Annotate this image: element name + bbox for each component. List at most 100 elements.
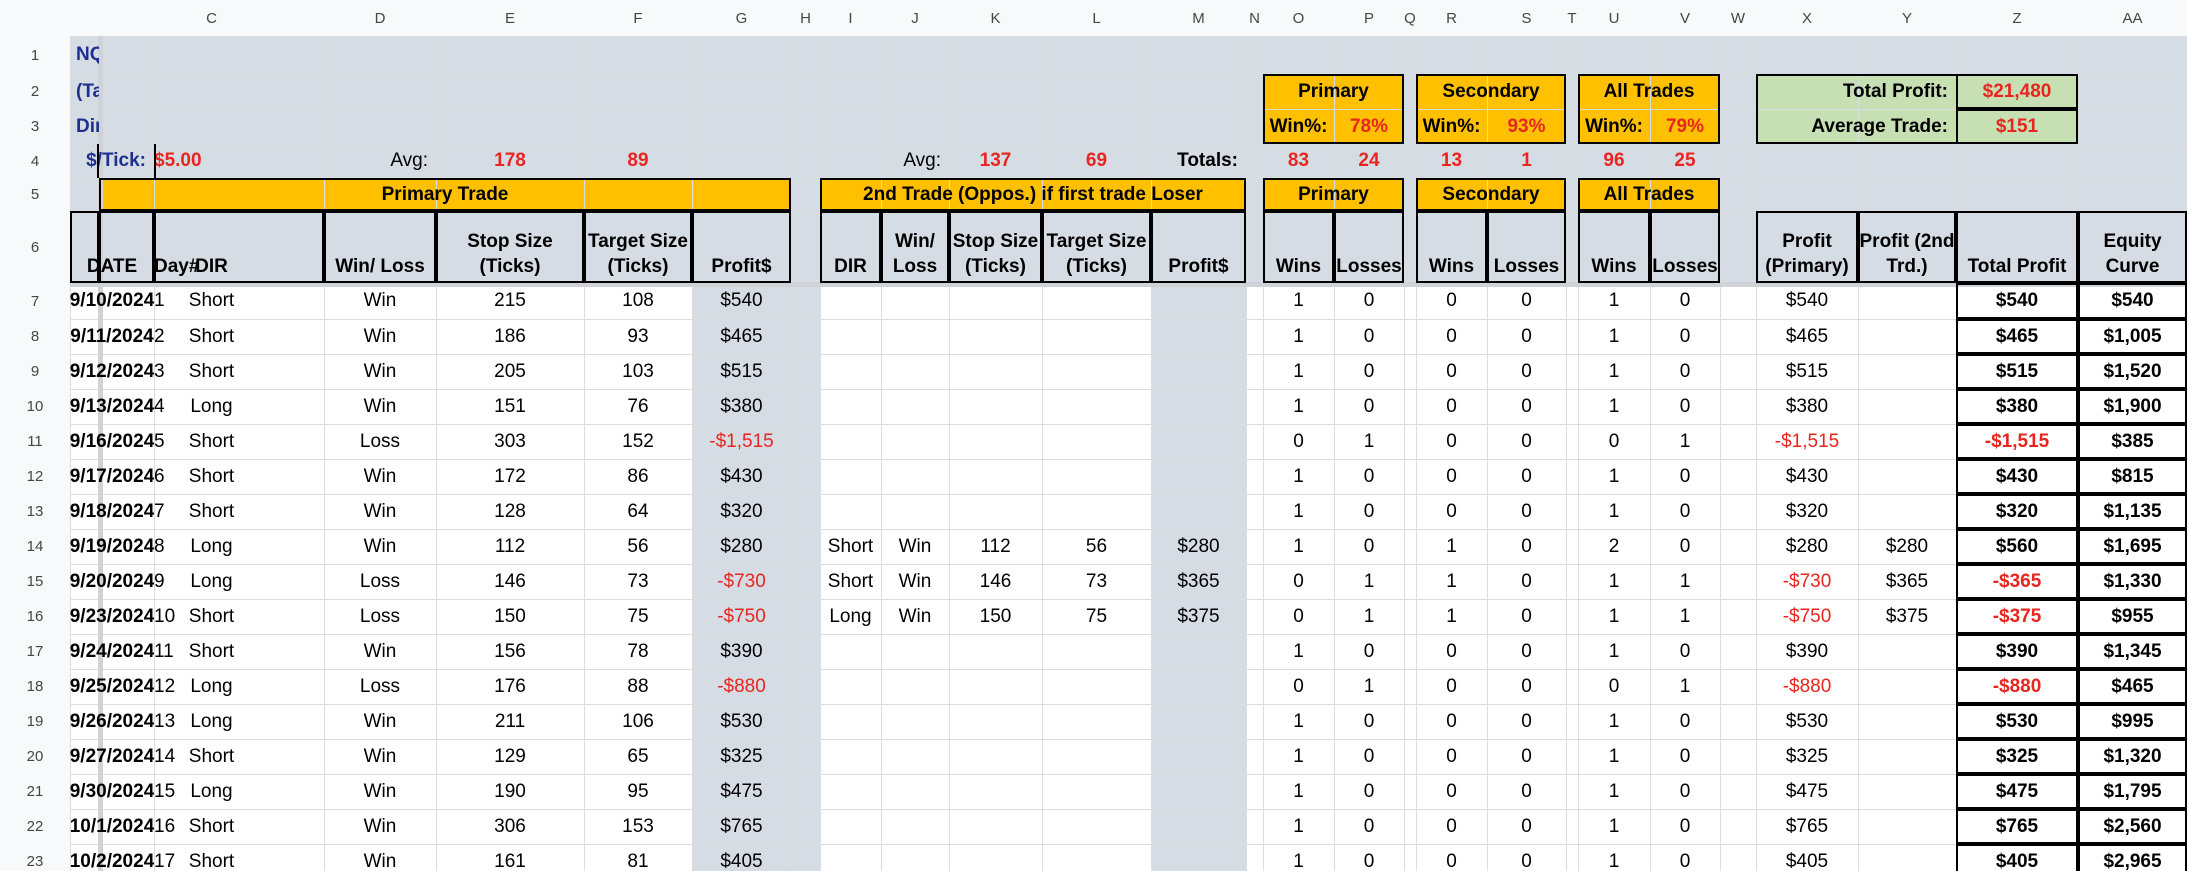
cell-pp[interactable]: $405 — [1756, 844, 1858, 871]
totals-all-wins[interactable]: 96 — [1578, 144, 1650, 178]
column-header-H[interactable]: H — [791, 0, 820, 36]
cell-wl[interactable]: Win — [324, 634, 436, 669]
cell-stop[interactable]: 186 — [436, 319, 584, 354]
row-header-3[interactable]: 3 — [0, 109, 70, 144]
header-winloss[interactable]: Win/ Loss — [324, 211, 436, 283]
column-header-Y[interactable]: Y — [1858, 0, 1956, 36]
cell-dir2[interactable] — [820, 634, 881, 669]
cell-stop[interactable]: 146 — [436, 564, 584, 599]
row-header-19[interactable]: 19 — [0, 704, 70, 739]
row-header-20[interactable]: 20 — [0, 739, 70, 774]
cell-dir[interactable]: Long — [99, 529, 324, 564]
average-trade-value[interactable]: $151 — [1956, 109, 2078, 144]
cell-tp[interactable]: $390 — [1956, 634, 2078, 669]
cell-sw[interactable]: 0 — [1416, 354, 1487, 389]
section-secondary[interactable]: Secondary — [1416, 178, 1566, 211]
column-header-X[interactable]: X — [1756, 0, 1858, 36]
column-header-W[interactable]: W — [1720, 0, 1756, 36]
cell-wl[interactable]: Loss — [324, 669, 436, 704]
cell-aw[interactable]: 1 — [1578, 599, 1650, 634]
column-header-L[interactable]: L — [1042, 0, 1151, 36]
column-header-R[interactable]: R — [1416, 0, 1487, 36]
column-header-O[interactable]: O — [1263, 0, 1334, 36]
cell-stop2[interactable] — [949, 424, 1042, 459]
cell-p2[interactable] — [1858, 283, 1956, 319]
cell-al[interactable]: 1 — [1650, 424, 1720, 459]
cell-dir2[interactable] — [820, 283, 881, 319]
cell-target2[interactable] — [1042, 669, 1151, 704]
row-header-17[interactable]: 17 — [0, 634, 70, 669]
cell-stop2[interactable] — [949, 774, 1042, 809]
cell-pw[interactable]: 1 — [1263, 529, 1334, 564]
cell-sw[interactable]: 0 — [1416, 739, 1487, 774]
cell-stop[interactable]: 161 — [436, 844, 584, 871]
cell-wl2[interactable] — [881, 809, 949, 844]
column-header-Q[interactable]: Q — [1404, 0, 1416, 36]
cell-aw[interactable]: 1 — [1578, 319, 1650, 354]
cell-target2[interactable] — [1042, 809, 1151, 844]
cell-pp[interactable]: -$880 — [1756, 669, 1858, 704]
cell-profit[interactable]: $765 — [692, 809, 791, 844]
cell-wl[interactable]: Win — [324, 844, 436, 871]
cell-dir2[interactable] — [820, 459, 881, 494]
cell-target[interactable]: 86 — [584, 459, 692, 494]
cell-dir2[interactable]: Short — [820, 529, 881, 564]
cell-target2[interactable]: 73 — [1042, 564, 1151, 599]
cell-stop[interactable]: 112 — [436, 529, 584, 564]
cell-profit2[interactable] — [1151, 809, 1246, 844]
cell-pw[interactable]: 1 — [1263, 319, 1334, 354]
cell-al[interactable]: 0 — [1650, 704, 1720, 739]
cell-eq[interactable]: $1,520 — [2078, 354, 2187, 389]
cell-tp[interactable]: $765 — [1956, 809, 2078, 844]
cell-profit[interactable]: $515 — [692, 354, 791, 389]
cell-wl[interactable]: Loss — [324, 424, 436, 459]
header-profit[interactable]: Profit$ — [692, 211, 791, 283]
header-losses-primary[interactable]: Losses — [1334, 211, 1404, 283]
column-header-P[interactable]: P — [1334, 0, 1404, 36]
header-dir[interactable]: DIR — [99, 211, 324, 283]
cell-al[interactable]: 0 — [1650, 634, 1720, 669]
cell-pl[interactable]: 0 — [1334, 704, 1404, 739]
cell-target[interactable]: 103 — [584, 354, 692, 389]
cell-sw[interactable]: 0 — [1416, 774, 1487, 809]
cell-profit[interactable]: $380 — [692, 389, 791, 424]
cell-dir2[interactable] — [820, 704, 881, 739]
cell-pl[interactable]: 0 — [1334, 354, 1404, 389]
cell-dir[interactable]: Long — [99, 774, 324, 809]
cell-dir2[interactable] — [820, 319, 881, 354]
column-header-K[interactable]: K — [949, 0, 1042, 36]
cell-pl[interactable]: 1 — [1334, 564, 1404, 599]
cell-dir2[interactable] — [820, 354, 881, 389]
cell-wl2[interactable] — [881, 459, 949, 494]
cell-wl[interactable]: Loss — [324, 599, 436, 634]
cell-pp[interactable]: $320 — [1756, 494, 1858, 529]
cell-dir[interactable]: Short — [99, 599, 324, 634]
cell-target2[interactable] — [1042, 634, 1151, 669]
cell-sw[interactable]: 0 — [1416, 283, 1487, 319]
row-header-1[interactable]: 1 — [0, 36, 70, 74]
cell-stop[interactable]: 151 — [436, 389, 584, 424]
cell-pl[interactable]: 0 — [1334, 319, 1404, 354]
cell-pl[interactable]: 1 — [1334, 599, 1404, 634]
cell-sw[interactable]: 0 — [1416, 669, 1487, 704]
cell-target[interactable]: 88 — [584, 669, 692, 704]
cell-dir2[interactable] — [820, 389, 881, 424]
cell-dir[interactable]: Long — [99, 704, 324, 739]
cell-sw[interactable]: 0 — [1416, 389, 1487, 424]
cell-al[interactable]: 0 — [1650, 319, 1720, 354]
cell-wl2[interactable] — [881, 494, 949, 529]
cell-target2[interactable] — [1042, 424, 1151, 459]
column-header-J[interactable]: J — [881, 0, 949, 36]
column-header-Z[interactable]: Z — [1956, 0, 2078, 36]
stat-primary-title[interactable]: Primary — [1263, 74, 1404, 109]
cell-al[interactable]: 0 — [1650, 354, 1720, 389]
cell-profit2[interactable] — [1151, 844, 1246, 871]
cell-p2[interactable] — [1858, 389, 1956, 424]
cell-dir[interactable]: Short — [99, 459, 324, 494]
cell-sl[interactable]: 0 — [1487, 283, 1566, 319]
cell-pl[interactable]: 1 — [1334, 424, 1404, 459]
cell-target2[interactable] — [1042, 844, 1151, 871]
cell-pw[interactable]: 1 — [1263, 459, 1334, 494]
cell-al[interactable]: 1 — [1650, 599, 1720, 634]
cell-wl2[interactable] — [881, 283, 949, 319]
